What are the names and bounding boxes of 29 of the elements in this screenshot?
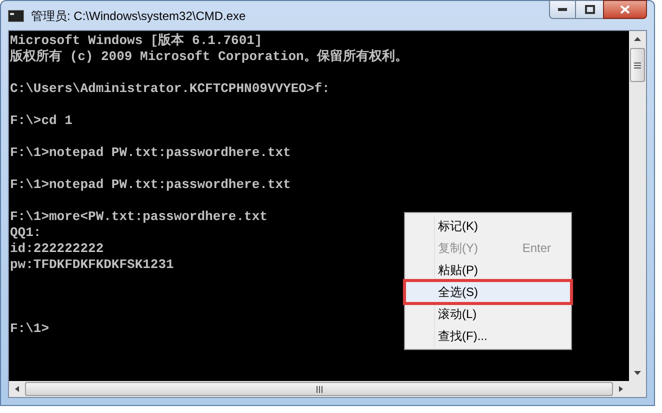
- menu-item[interactable]: 标记(K): [405, 215, 571, 237]
- horizontal-scrollbar[interactable]: [9, 381, 629, 397]
- close-button[interactable]: [603, 0, 647, 19]
- console-line: F:\>cd 1: [10, 113, 72, 129]
- scrollbar-thumb[interactable]: [630, 48, 645, 82]
- console-line: id:222222222: [10, 241, 104, 257]
- console-icon: [8, 10, 24, 22]
- console-line: F:\1>notepad PW.txt:passwordhere.txt: [10, 177, 291, 193]
- close-icon: [620, 5, 630, 14]
- grip-icon: [634, 62, 641, 68]
- console-prompt: F:\1>: [10, 321, 50, 337]
- maximize-icon: [584, 5, 594, 14]
- console-line: QQ1:: [10, 225, 42, 241]
- maximize-button[interactable]: [576, 0, 603, 19]
- menu-item[interactable]: 全选(S): [405, 281, 571, 303]
- console-line: F:\1>notepad PW.txt:passwordhere.txt: [10, 145, 291, 161]
- menu-item[interactable]: 滚动(L): [405, 303, 571, 325]
- console-line: 版权所有 (c) 2009 Microsoft Corporation。保留所有权利。: [10, 49, 408, 65]
- console-line: Microsoft Windows [版本 6.1.7601]: [10, 33, 262, 49]
- minimize-icon: [558, 8, 567, 11]
- grip-icon: [316, 386, 322, 392]
- window-title: 管理员: C:\Windows\system32\CMD.exe: [31, 8, 246, 24]
- console-line: pw:TFDKFDKFKDKFSK1231: [10, 257, 174, 273]
- minimize-button[interactable]: [549, 0, 576, 19]
- scrollbar-thumb[interactable]: [25, 382, 613, 396]
- console-line: F:\1>more<PW.txt:passwordhere.txt: [10, 209, 268, 225]
- menu-item[interactable]: 查找(F)...: [405, 325, 571, 347]
- console-line: C:\Users\Administrator.KCFTCPHN09VVYEO>f:: [10, 81, 330, 97]
- menu-item[interactable]: 粘贴(P): [405, 259, 571, 281]
